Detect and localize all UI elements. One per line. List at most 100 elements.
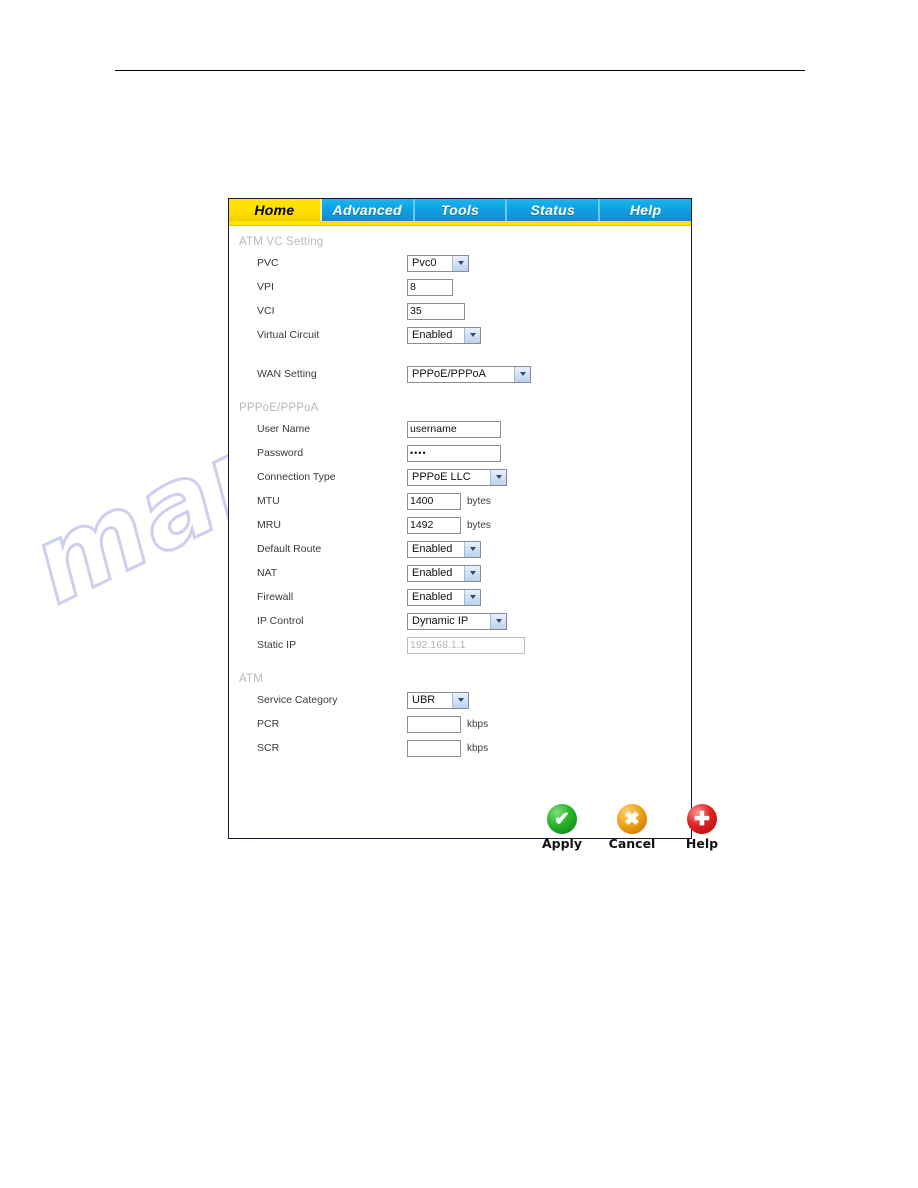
section-title-pppoe-pppoa: PPPoE/PPPoA — [239, 402, 319, 414]
field-row-ip-control: IP Control Dynamic IP — [229, 609, 691, 633]
field-row-vci: VCI 35 — [229, 299, 691, 323]
input-user-name[interactable]: username — [407, 420, 501, 438]
select-nat[interactable]: Enabled — [407, 564, 481, 582]
control-scr: kbps — [407, 739, 489, 757]
tab-home[interactable]: Home — [229, 199, 322, 221]
select-ip-control[interactable]: Dynamic IP — [407, 612, 507, 630]
field-row-virtual-circuit: Virtual Circuit Enabled — [229, 323, 691, 347]
label-pcr: PCR — [257, 718, 280, 730]
input-mru[interactable]: 1492 — [407, 516, 461, 534]
unit-scr: kbps — [467, 742, 489, 754]
label-service-category: Service Category — [257, 694, 338, 706]
cross-icon: ✖ — [617, 804, 647, 834]
chevron-down-icon[interactable] — [464, 589, 480, 605]
tab-status-label: Status — [530, 202, 576, 218]
input-mtu[interactable]: 1400 — [407, 492, 461, 510]
field-row-pvc: PVC Pvc0 — [229, 251, 691, 275]
panel-body: ATM VC Setting PVC Pvc0 VPI 8 VCI 35 Vir… — [229, 226, 718, 851]
tab-advanced[interactable]: Advanced — [321, 199, 415, 221]
tab-help[interactable]: Help — [600, 199, 691, 221]
select-pvc[interactable]: Pvc0 — [407, 254, 469, 272]
label-scr: SCR — [257, 742, 280, 754]
select-service-category[interactable]: UBR — [407, 691, 469, 709]
chevron-down-icon[interactable] — [464, 541, 480, 557]
chevron-down-icon[interactable] — [490, 613, 506, 629]
label-connection-type: Connection Type — [257, 471, 336, 483]
tab-advanced-label: Advanced — [332, 202, 402, 218]
control-vci: 35 — [407, 302, 465, 320]
field-row-pcr: PCR kbps — [229, 712, 691, 736]
control-static-ip: 192.168.1.1 — [407, 636, 525, 654]
select-default-route[interactable]: Enabled — [407, 540, 481, 558]
input-scr[interactable] — [407, 739, 461, 757]
help-button-label: Help — [685, 836, 719, 851]
chevron-down-icon[interactable] — [452, 255, 468, 271]
control-user-name: username — [407, 420, 501, 438]
cancel-button[interactable]: ✖ Cancel — [609, 804, 655, 851]
select-firewall-value: Enabled — [412, 591, 453, 603]
label-static-ip: Static IP — [257, 639, 297, 651]
control-password: •••• — [407, 444, 501, 462]
control-wan-setting: PPPoE/PPPoA — [407, 365, 531, 383]
control-mtu: 1400 bytes — [407, 492, 491, 510]
field-row-password: Password •••• — [229, 441, 691, 465]
field-row-static-ip: Static IP 192.168.1.1 — [229, 633, 691, 657]
control-virtual-circuit: Enabled — [407, 326, 481, 344]
field-row-wan-setting: WAN Setting PPPoE/PPPoA — [229, 362, 691, 386]
plus-icon-glyph: ✚ — [694, 808, 710, 830]
check-icon-glyph: ✔ — [554, 808, 570, 830]
label-virtual-circuit: Virtual Circuit — [257, 329, 320, 341]
section-atm-fields: Service Category UBR PCR kbps SCR kbps — [229, 688, 691, 760]
label-password: Password — [257, 447, 304, 459]
router-config-panel: Home Advanced Tools Status Help ATM VC S… — [228, 198, 718, 851]
label-default-route: Default Route — [257, 543, 322, 555]
label-mru: MRU — [257, 519, 281, 531]
chevron-down-icon[interactable] — [464, 565, 480, 581]
select-nat-value: Enabled — [412, 567, 453, 579]
chevron-down-icon[interactable] — [490, 469, 506, 485]
field-row-default-route: Default Route Enabled — [229, 537, 691, 561]
unit-pcr: kbps — [467, 718, 489, 730]
field-row-mtu: MTU 1400 bytes — [229, 489, 691, 513]
apply-button-label: Apply — [541, 836, 582, 851]
chevron-down-icon[interactable] — [464, 327, 480, 343]
input-password[interactable]: •••• — [407, 444, 501, 462]
input-static-ip: 192.168.1.1 — [407, 636, 525, 654]
field-row-vpi: VPI 8 — [229, 275, 691, 299]
select-wan-setting-value: PPPoE/PPPoA — [412, 368, 486, 380]
select-virtual-circuit-value: Enabled — [412, 329, 453, 341]
control-ip-control: Dynamic IP — [407, 612, 507, 630]
select-wan-setting[interactable]: PPPoE/PPPoA — [407, 365, 531, 383]
label-user-name: User Name — [257, 423, 311, 435]
section-title-atm-vc-setting: ATM VC Setting — [239, 236, 324, 248]
select-connection-type[interactable]: PPPoE LLC — [407, 468, 507, 486]
action-buttons: ✔ Apply ✖ Cancel ✚ Help — [539, 804, 725, 851]
chevron-down-icon[interactable] — [514, 366, 530, 382]
field-row-service-category: Service Category UBR — [229, 688, 691, 712]
input-pcr[interactable] — [407, 715, 461, 733]
control-mru: 1492 bytes — [407, 516, 491, 534]
field-row-mru: MRU 1492 bytes — [229, 513, 691, 537]
control-pvc: Pvc0 — [407, 254, 469, 272]
select-firewall[interactable]: Enabled — [407, 588, 481, 606]
section-title-atm: ATM — [239, 673, 264, 685]
field-row-user-name: User Name username — [229, 417, 691, 441]
select-service-category-value: UBR — [412, 694, 436, 706]
control-default-route: Enabled — [407, 540, 481, 558]
chevron-down-icon[interactable] — [452, 692, 468, 708]
help-button[interactable]: ✚ Help — [679, 804, 725, 851]
input-vpi[interactable]: 8 — [407, 278, 453, 296]
tab-tools[interactable]: Tools — [414, 199, 508, 221]
apply-button[interactable]: ✔ Apply — [539, 804, 585, 851]
control-nat: Enabled — [407, 564, 481, 582]
unit-mtu: bytes — [467, 495, 491, 507]
select-ip-control-value: Dynamic IP — [412, 615, 469, 627]
tab-status[interactable]: Status — [507, 199, 601, 221]
cross-icon-glyph: ✖ — [624, 808, 640, 830]
label-ip-control: IP Control — [257, 615, 304, 627]
select-pvc-value: Pvc0 — [412, 257, 437, 269]
check-icon: ✔ — [547, 804, 577, 834]
label-pvc: PVC — [257, 257, 279, 269]
select-virtual-circuit[interactable]: Enabled — [407, 326, 481, 344]
input-vci[interactable]: 35 — [407, 302, 465, 320]
